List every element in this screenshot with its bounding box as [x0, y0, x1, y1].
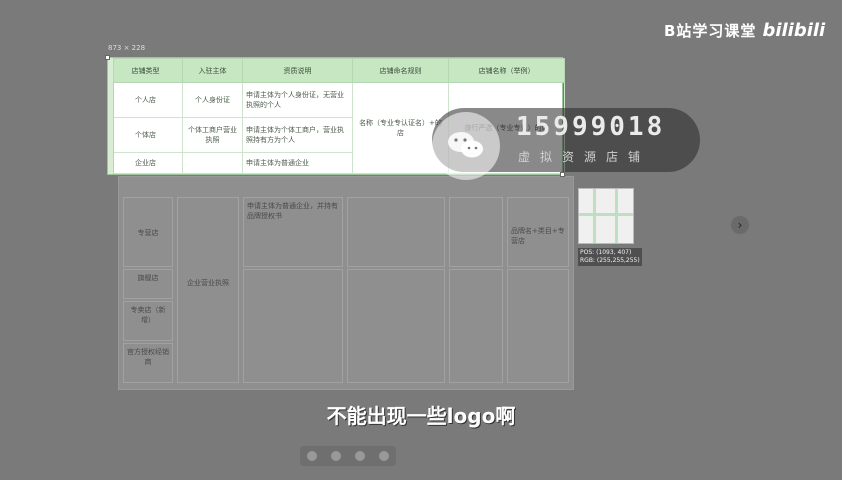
header-naming-rule: 店铺命名规则	[352, 58, 449, 83]
bilibili-logo: bilibili	[762, 20, 826, 41]
bg-cell-desc: 申请主体为普通企业，并持有品牌授权书	[243, 197, 343, 267]
bg-cell-subject: 企业营业执照	[177, 197, 239, 383]
cell-subject: 个体工商户营业执照	[182, 117, 243, 153]
next-arrow-icon[interactable]: ›	[731, 216, 749, 234]
grid-line	[593, 189, 596, 243]
background-document: 专营店 旗舰店 专卖店（新增） 官方授权经销商 企业营业执照 申请主体为普通企业…	[118, 176, 574, 390]
bilibili-brand: B站学习课堂 bilibili	[664, 20, 825, 41]
resize-handle[interactable]	[560, 172, 565, 177]
wechat-icon	[448, 132, 483, 158]
toolbar-button[interactable]	[331, 451, 341, 461]
table-header-row: 店铺类型 入驻主体 资质说明 店铺命名规则 店铺名称（举例）	[108, 58, 565, 83]
header-example: 店铺名称（举例）	[448, 58, 565, 83]
resize-handle[interactable]	[105, 55, 110, 60]
video-subtitle: 不能出现一些logo啊	[326, 404, 516, 428]
cell-subject: 个人身份证	[182, 82, 243, 118]
cell-shop-type: 个体店	[108, 117, 183, 153]
bg-cell-example	[449, 269, 503, 383]
picker-pos: POS: (1093, 407)	[580, 249, 632, 256]
bottom-toolbar	[300, 446, 396, 466]
cell-desc: 申请主体为个人身份证，无营业执照的个人	[242, 82, 353, 118]
watermark-subtext: 虚拟资源店铺	[518, 150, 651, 164]
selection-strip	[108, 58, 114, 174]
grid-line	[579, 213, 633, 216]
magnifier-panel	[578, 188, 634, 244]
picker-info: POS: (1093, 407) RGB: (255,255,255)	[578, 248, 642, 266]
cell-shop-type: 个人店	[108, 82, 183, 118]
bg-cell-desc	[243, 269, 343, 383]
cell-desc: 申请主体为个体工商户，营业执照持有方为个人	[242, 117, 353, 153]
bg-cell-rule	[347, 197, 445, 267]
grid-line	[615, 189, 618, 243]
bg-cell-rule	[347, 269, 445, 383]
toolbar-button[interactable]	[307, 451, 317, 461]
bg-cell-example	[449, 197, 503, 267]
bg-cell-type: 专卖店（新增）	[123, 301, 173, 341]
bg-cell-type: 官方授权经销商	[123, 343, 173, 383]
bg-cell-type: 旗舰店	[123, 269, 173, 299]
toolbar-button[interactable]	[379, 451, 389, 461]
bg-cell-type: 专营店	[123, 197, 173, 267]
bg-cell-naming	[507, 269, 569, 383]
cell-subject	[182, 152, 243, 174]
cell-desc: 申请主体为普通企业	[242, 152, 353, 174]
brand-text: B站学习课堂	[664, 22, 757, 40]
header-shop-type: 店铺类型	[108, 58, 183, 83]
snip-size-label: 873 × 228	[108, 44, 146, 52]
bg-cell-naming: 品牌名+类目+专营店	[507, 197, 569, 267]
cell-shop-type: 企业店	[108, 152, 183, 174]
picker-rgb: RGB: (255,255,255)	[580, 257, 640, 264]
header-qualification: 资质说明	[242, 58, 353, 83]
header-subject: 入驻主体	[182, 58, 243, 83]
watermark-number: 15999018	[516, 112, 666, 142]
toolbar-button[interactable]	[355, 451, 365, 461]
